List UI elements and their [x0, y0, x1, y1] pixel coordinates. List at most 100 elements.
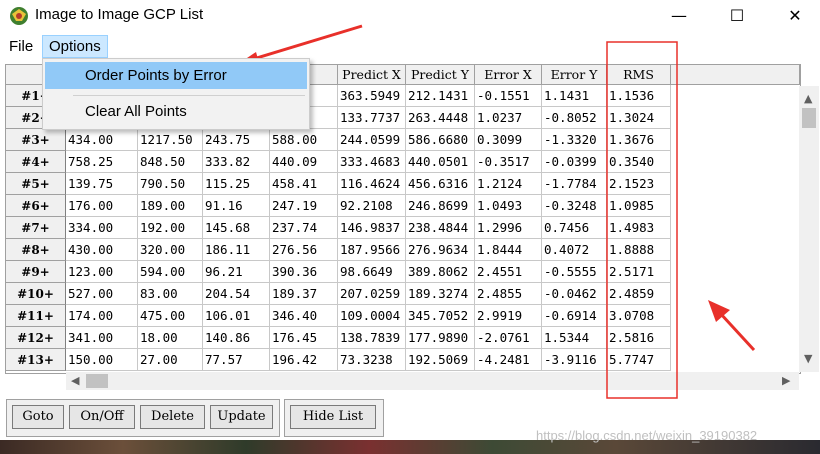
table-cell[interactable]: 98.6649: [338, 261, 406, 283]
table-cell[interactable]: 189.00: [138, 195, 203, 217]
table-cell[interactable]: -1.3320: [542, 129, 607, 151]
table-cell[interactable]: 389.8062: [406, 261, 475, 283]
table-cell[interactable]: 2.1523: [607, 173, 671, 195]
table-cell[interactable]: 2.4855: [475, 283, 542, 305]
table-cell[interactable]: 174.00: [66, 305, 138, 327]
column-header[interactable]: RMS: [607, 65, 671, 84]
row-header[interactable]: #13+: [6, 349, 66, 371]
table-cell[interactable]: 2.4859: [607, 283, 671, 305]
table-cell[interactable]: 363.5949: [338, 85, 406, 107]
column-header[interactable]: Error X: [475, 65, 542, 84]
table-cell[interactable]: 0.7456: [542, 217, 607, 239]
table-cell[interactable]: -0.8052: [542, 107, 607, 129]
table-cell[interactable]: 150.00: [66, 349, 138, 371]
scroll-up-icon[interactable]: ▲: [804, 92, 812, 105]
table-cell[interactable]: 333.4683: [338, 151, 406, 173]
table-cell[interactable]: -0.3517: [475, 151, 542, 173]
table-cell[interactable]: 430.00: [66, 239, 138, 261]
scroll-right-icon[interactable]: ▶: [782, 374, 790, 387]
table-cell[interactable]: 187.9566: [338, 239, 406, 261]
scroll-left-icon[interactable]: ◀: [71, 374, 79, 387]
table-cell[interactable]: 212.1431: [406, 85, 475, 107]
table-cell[interactable]: 91.16: [203, 195, 270, 217]
table-cell[interactable]: 246.8699: [406, 195, 475, 217]
table-cell[interactable]: 1.3024: [607, 107, 671, 129]
table-cell[interactable]: 263.4448: [406, 107, 475, 129]
table-cell[interactable]: 848.50: [138, 151, 203, 173]
table-cell[interactable]: 5.7747: [607, 349, 671, 371]
column-header[interactable]: Predict Y: [406, 65, 475, 84]
vertical-scroll-thumb[interactable]: [802, 108, 816, 128]
table-cell[interactable]: 475.00: [138, 305, 203, 327]
table-cell[interactable]: 204.54: [203, 283, 270, 305]
table-cell[interactable]: 594.00: [138, 261, 203, 283]
row-header[interactable]: #9+: [6, 261, 66, 283]
table-cell[interactable]: 2.9919: [475, 305, 542, 327]
table-cell[interactable]: 1.2124: [475, 173, 542, 195]
table-cell[interactable]: 334.00: [66, 217, 138, 239]
table-cell[interactable]: 1.8444: [475, 239, 542, 261]
table-cell[interactable]: 92.2108: [338, 195, 406, 217]
table-cell[interactable]: 758.25: [66, 151, 138, 173]
table-cell[interactable]: 1.8888: [607, 239, 671, 261]
menu-options[interactable]: Options: [42, 35, 108, 58]
table-cell[interactable]: 146.9837: [338, 217, 406, 239]
table-cell[interactable]: -0.0399: [542, 151, 607, 173]
table-cell[interactable]: 133.7737: [338, 107, 406, 129]
row-header[interactable]: #12+: [6, 327, 66, 349]
table-cell[interactable]: 116.4624: [338, 173, 406, 195]
horizontal-scroll-thumb[interactable]: [86, 374, 108, 388]
delete-button[interactable]: Delete: [140, 405, 205, 429]
table-cell[interactable]: 440.0501: [406, 151, 475, 173]
table-cell[interactable]: 109.0004: [338, 305, 406, 327]
close-button[interactable]: ✕: [766, 0, 820, 33]
table-cell[interactable]: 1.4983: [607, 217, 671, 239]
table-cell[interactable]: 0.4072: [542, 239, 607, 261]
table-cell[interactable]: 341.00: [66, 327, 138, 349]
table-cell[interactable]: 320.00: [138, 239, 203, 261]
table-cell[interactable]: 77.57: [203, 349, 270, 371]
update-button[interactable]: Update: [210, 405, 273, 429]
table-cell[interactable]: -0.0462: [542, 283, 607, 305]
table-cell[interactable]: 456.6316: [406, 173, 475, 195]
horizontal-scrollbar[interactable]: ◀ ▶: [66, 372, 799, 390]
table-cell[interactable]: -2.0761: [475, 327, 542, 349]
table-cell[interactable]: 0.3099: [475, 129, 542, 151]
table-cell[interactable]: 345.7052: [406, 305, 475, 327]
row-header[interactable]: #11+: [6, 305, 66, 327]
table-cell[interactable]: 73.3238: [338, 349, 406, 371]
table-cell[interactable]: 243.75: [203, 129, 270, 151]
table-cell[interactable]: 276.9634: [406, 239, 475, 261]
table-cell[interactable]: 346.40: [270, 305, 338, 327]
table-cell[interactable]: 140.86: [203, 327, 270, 349]
table-cell[interactable]: 2.5171: [607, 261, 671, 283]
table-cell[interactable]: 115.25: [203, 173, 270, 195]
table-cell[interactable]: -1.7784: [542, 173, 607, 195]
table-cell[interactable]: 434.00: [66, 129, 138, 151]
table-cell[interactable]: 139.75: [66, 173, 138, 195]
row-header[interactable]: #10+: [6, 283, 66, 305]
table-cell[interactable]: 440.09: [270, 151, 338, 173]
table-cell[interactable]: 27.00: [138, 349, 203, 371]
table-cell[interactable]: 2.4551: [475, 261, 542, 283]
table-cell[interactable]: 586.6680: [406, 129, 475, 151]
table-cell[interactable]: 790.50: [138, 173, 203, 195]
table-cell[interactable]: 138.7839: [338, 327, 406, 349]
table-cell[interactable]: 276.56: [270, 239, 338, 261]
table-cell[interactable]: 1.2996: [475, 217, 542, 239]
table-cell[interactable]: 1.5344: [542, 327, 607, 349]
table-cell[interactable]: 83.00: [138, 283, 203, 305]
scroll-down-icon[interactable]: ▼: [804, 352, 812, 365]
table-cell[interactable]: 189.37: [270, 283, 338, 305]
row-header[interactable]: #7+: [6, 217, 66, 239]
table-cell[interactable]: 176.00: [66, 195, 138, 217]
hide-list-button[interactable]: Hide List: [290, 405, 376, 429]
column-header[interactable]: Error Y: [542, 65, 607, 84]
table-cell[interactable]: 527.00: [66, 283, 138, 305]
row-header[interactable]: #4+: [6, 151, 66, 173]
table-cell[interactable]: 1.3676: [607, 129, 671, 151]
menu-item-clear-all-points[interactable]: Clear All Points: [45, 98, 307, 125]
table-cell[interactable]: 237.74: [270, 217, 338, 239]
table-cell[interactable]: 3.0708: [607, 305, 671, 327]
table-cell[interactable]: 196.42: [270, 349, 338, 371]
